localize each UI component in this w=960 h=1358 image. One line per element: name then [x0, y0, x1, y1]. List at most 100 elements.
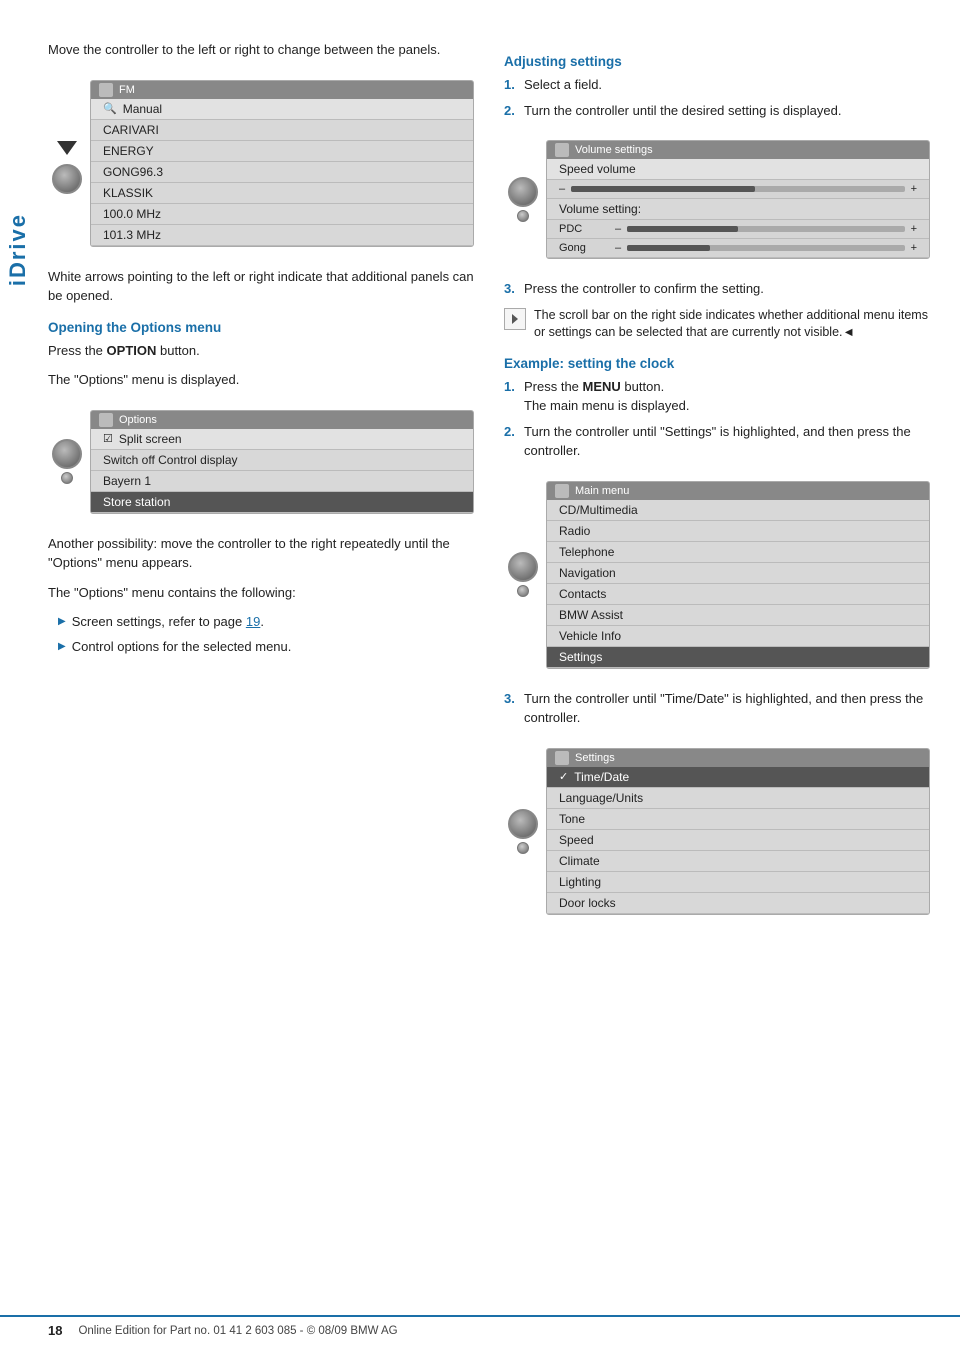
list-item: Radio — [547, 521, 929, 542]
list-item: GONG96.3 — [91, 162, 473, 183]
row-text: Time/Date — [574, 770, 629, 784]
page-link-19[interactable]: 19 — [246, 614, 260, 629]
list-item: Telephone — [547, 542, 929, 563]
screen4-titlebar: Main menu — [547, 482, 929, 500]
screen2-container: Options ☑ Split screen Switch off Contro… — [48, 400, 474, 524]
triangle-icon-2: ▶ — [58, 639, 66, 657]
screen4: Main menu CD/Multimedia Radio Telephone … — [546, 481, 930, 669]
options-step1: Press the OPTION button. — [48, 341, 474, 361]
list-item: Contacts — [547, 584, 929, 605]
bar-fill-pdc — [627, 226, 738, 232]
screen5-titlebar: Settings — [547, 749, 929, 767]
back-symbol: ◄ — [843, 325, 855, 339]
controller-small — [61, 472, 73, 484]
ex-step3-list: 3. Turn the controller until "Time/Date"… — [504, 689, 930, 728]
footer: 18 Online Edition for Part no. 01 41 2 6… — [0, 1315, 960, 1338]
screen2-title: Options — [119, 414, 157, 426]
screen1-body: 🔍 Manual CARIVARI ENERGY GONG96.3 KLASSI… — [91, 99, 473, 246]
sidebar-label: iDrive — [0, 100, 36, 400]
options-step2: The "Options" menu is displayed. — [48, 370, 474, 390]
controller-1 — [48, 133, 86, 194]
options-option-bold: OPTION — [107, 343, 157, 358]
volume-setting-label: Volume setting: — [547, 199, 929, 220]
content-area: Move the controller to the left or right… — [48, 40, 930, 935]
right-column: Adjusting settings 1. Select a field. 2.… — [504, 40, 930, 935]
list-item: Climate — [547, 851, 929, 872]
controller-3 — [504, 177, 542, 222]
list-item: ✓ Time/Date — [547, 767, 929, 788]
step3-list: 3. Press the controller to confirm the s… — [504, 279, 930, 299]
screen5-title: Settings — [575, 752, 615, 764]
options-bullets: ▶ Screen settings, refer to page 19. ▶ C… — [58, 612, 474, 656]
list-item: Navigation — [547, 563, 929, 584]
list-item: Settings — [547, 647, 929, 668]
ex-step3-text: Turn the controller until "Time/Date" is… — [524, 689, 930, 728]
controller-4 — [504, 552, 542, 597]
bar-track-gong — [627, 245, 904, 251]
step-1: 1. Select a field. — [504, 75, 930, 95]
list-item: ENERGY — [91, 141, 473, 162]
scroll-note-text: The scroll bar on the right side indicat… — [534, 307, 930, 342]
list-item: CD/Multimedia — [547, 500, 929, 521]
step-2: 2. Turn the controller until the desired… — [504, 101, 930, 121]
pdc-label: PDC — [559, 223, 609, 235]
screen4-container: Main menu CD/Multimedia Radio Telephone … — [504, 471, 930, 679]
minus-pdc: – — [615, 223, 621, 235]
screen3: Volume settings Speed volume – + — [546, 140, 930, 259]
options-step1-end: button. — [156, 343, 199, 358]
list-item: Language/Units — [547, 788, 929, 809]
menu-bold: MENU — [583, 379, 621, 394]
screen4-body: CD/Multimedia Radio Telephone Navigation… — [547, 500, 929, 668]
screen2-body: ☑ Split screen Switch off Control displa… — [91, 429, 473, 513]
intro-para: Move the controller to the left or right… — [48, 40, 474, 60]
list-item: Lighting — [547, 872, 929, 893]
scroll-icon — [504, 308, 526, 330]
screen5-body: ✓ Time/Date Language/Units Tone Speed Cl… — [547, 767, 929, 914]
vol-bar-pdc: PDC – + — [547, 220, 929, 239]
ex-step-1: 1. Press the MENU button. The main menu … — [504, 377, 930, 416]
controller-dial-4 — [508, 552, 538, 582]
screen3-container: Volume settings Speed volume – + — [504, 130, 930, 269]
screen4-title: Main menu — [575, 485, 629, 497]
bar-track-pdc — [627, 226, 904, 232]
screen1-title: FM — [119, 84, 135, 96]
minus-label: – — [559, 183, 565, 195]
bar-fill-gong — [627, 245, 710, 251]
step3-text: Press the controller to confirm the sett… — [524, 279, 764, 299]
list-item: 100.0 MHz — [91, 204, 473, 225]
footer-text: Online Edition for Part no. 01 41 2 603 … — [78, 1325, 397, 1337]
adjusting-heading: Adjusting settings — [504, 54, 930, 69]
controller-dial — [52, 164, 82, 194]
page-container: iDrive Move the controller to the left o… — [0, 0, 960, 1358]
list-item: Door locks — [547, 893, 929, 914]
screen2-titlebar: Options — [91, 411, 473, 429]
volume-icon — [555, 143, 569, 157]
list-item: Switch off Control display — [91, 450, 473, 471]
step-3: 3. Press the controller to confirm the s… — [504, 279, 930, 299]
bullet-item-1: ▶ Screen settings, refer to page 19. — [58, 612, 474, 632]
options-heading: Opening the Options menu — [48, 320, 474, 335]
list-item: Vehicle Info — [547, 626, 929, 647]
bullet-text-1: Screen settings, refer to page 19. — [72, 612, 264, 632]
row-text: Split screen — [119, 432, 182, 446]
row-text: Manual — [123, 102, 162, 116]
list-item: Speed — [547, 830, 929, 851]
controller-small-5 — [517, 842, 529, 854]
step1-text: Select a field. — [524, 75, 602, 95]
list-item: Bayern 1 — [91, 471, 473, 492]
list-item: 101.3 MHz — [91, 225, 473, 246]
speed-volume-row: Speed volume — [547, 159, 929, 180]
plus-label: + — [911, 183, 917, 195]
screen3-body: Speed volume – + Volume setting: PDC — [547, 159, 929, 258]
screen1-titlebar: FM — [91, 81, 473, 99]
list-item: BMW Assist — [547, 605, 929, 626]
controller-5 — [504, 809, 542, 854]
screen1: FM 🔍 Manual CARIVARI ENERGY GONG96.3 KLA… — [90, 80, 474, 247]
check-icon: ☑ — [103, 432, 113, 445]
bar-track-1 — [571, 186, 904, 192]
step2-text: Turn the controller until the desired se… — [524, 101, 841, 121]
contains-para: The "Options" menu contains the followin… — [48, 583, 474, 603]
list-item: KLASSIK — [91, 183, 473, 204]
list-item: ☑ Split screen — [91, 429, 473, 450]
controller-small-4 — [517, 585, 529, 597]
